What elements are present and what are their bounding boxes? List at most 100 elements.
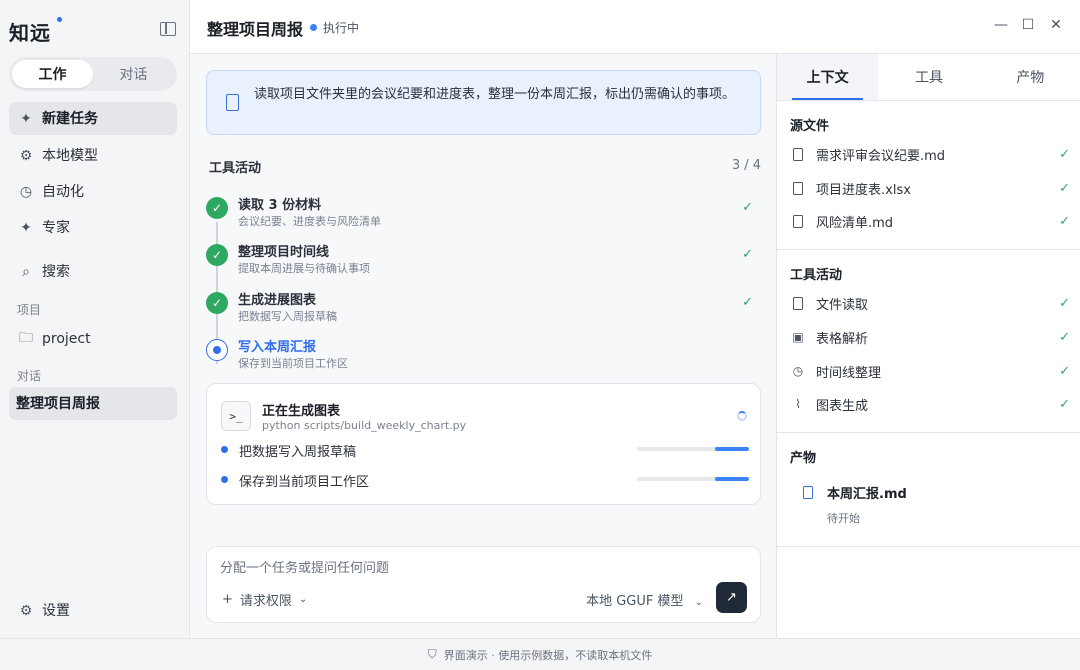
terminal-icon: ▣ bbox=[792, 330, 804, 344]
tool-item[interactable]: 文件读取 ✓ bbox=[790, 292, 1070, 314]
timeline-step[interactable]: ✓ 整理项目时间线 提取本周进展与待确认事项 ✓ bbox=[206, 240, 761, 280]
tools-title: 工具活动 bbox=[790, 268, 843, 283]
task-input[interactable] bbox=[220, 560, 740, 575]
sidebar-item-conversation[interactable]: 整理项目周报 bbox=[9, 387, 177, 420]
sidebar-item-label: 专家 bbox=[42, 219, 70, 236]
request-permission-label: 请求权限 bbox=[239, 594, 292, 609]
tool-name: 表格解析 bbox=[816, 331, 869, 347]
step-title: 生成进展图表 bbox=[238, 293, 317, 308]
sidebar-item-search[interactable]: ⌕ 搜索 bbox=[9, 255, 177, 288]
tab-context[interactable]: 上下文 bbox=[777, 54, 879, 100]
tool-item[interactable]: ▣ 表格解析 ✓ bbox=[790, 326, 1070, 348]
sidebar-toggle-icon[interactable] bbox=[160, 22, 176, 36]
sparkle-icon: ✦ bbox=[20, 110, 32, 127]
footer-bar: ⛉ 界面演示 · 使用示例数据，不读取本机文件 bbox=[0, 638, 1080, 670]
check-icon: ✓ bbox=[1059, 329, 1070, 345]
timeline-step[interactable]: ✓ 生成进展图表 把数据写入周报草稿 ✓ bbox=[206, 288, 761, 328]
sparkle-icon: ✦ bbox=[20, 219, 32, 236]
check-icon: ✓ bbox=[1059, 180, 1070, 196]
source-file-item[interactable]: 需求评审会议纪要.md ✓ bbox=[790, 143, 1070, 165]
shield-icon: ⛉ bbox=[427, 647, 437, 661]
check-icon: ✓ bbox=[742, 200, 753, 215]
check-icon: ✓ bbox=[1059, 396, 1070, 412]
terminal-icon: >_ bbox=[221, 401, 251, 431]
check-icon: ✓ bbox=[1059, 295, 1070, 311]
sidebar-item-new-task[interactable]: ✦ 新建任务 bbox=[9, 102, 177, 135]
mode-chat-tab[interactable]: 对话 bbox=[93, 60, 174, 88]
source-file-name: 风险清单.md bbox=[816, 215, 894, 231]
subtask-row: 保存到当前项目工作区 bbox=[221, 470, 749, 490]
tool-activity-count: 3 / 4 bbox=[731, 158, 761, 173]
task-prompt-card: 读取项目文件夹里的会议纪要和进度表，整理一份本周汇报，标出仍需确认的事项。 bbox=[206, 70, 761, 135]
sidebar-item-settings[interactable]: ⚙ 设置 bbox=[9, 594, 177, 627]
main-area: 读取项目文件夹里的会议纪要和进度表，整理一份本周汇报，标出仍需确认的事项。 工具… bbox=[190, 0, 776, 638]
tab-artifacts[interactable]: 产物 bbox=[980, 54, 1080, 100]
send-button[interactable]: ↗ bbox=[716, 582, 747, 613]
sidebar-item-label: 设置 bbox=[42, 602, 70, 619]
section-divider bbox=[777, 432, 1080, 433]
step-title: 整理项目时间线 bbox=[238, 245, 330, 260]
tool-name: 时间线整理 bbox=[816, 365, 882, 381]
projects-section-label: 项目 bbox=[17, 303, 42, 317]
check-icon: ✓ bbox=[742, 247, 753, 262]
gear-icon: ⚙ bbox=[19, 147, 33, 164]
sidebar-item-label: 自动化 bbox=[42, 183, 84, 200]
file-icon bbox=[790, 214, 806, 228]
timeline-step-current[interactable]: 写入本周汇报 保存到当前项目工作区 bbox=[206, 335, 761, 375]
minimize-button[interactable]: — bbox=[990, 14, 1012, 36]
tab-tools[interactable]: 工具 bbox=[878, 54, 979, 100]
document-icon bbox=[226, 94, 239, 111]
search-icon: ⌕ bbox=[22, 263, 30, 280]
artifact-status: 待开始 bbox=[827, 512, 860, 525]
folder-icon: 🗀 bbox=[19, 329, 33, 346]
sidebar-item-label: 整理项目周报 bbox=[16, 395, 100, 412]
tool-item[interactable]: ◷ 时间线整理 ✓ bbox=[790, 360, 1070, 382]
request-permission-button[interactable]: + 请求权限 ⌄ bbox=[222, 590, 307, 609]
sidebar-item-experts[interactable]: ✦ 专家 bbox=[9, 211, 177, 244]
model-select-label: 本地 GGUF 模型 bbox=[586, 594, 684, 609]
status-badge: 执行中 bbox=[310, 19, 359, 36]
composer: + 请求权限 ⌄ 本地 GGUF 模型 ⌄ ↗ bbox=[206, 546, 761, 623]
step-subtitle: 提取本周进展与待确认事项 bbox=[238, 262, 370, 275]
send-icon: ↗ bbox=[726, 590, 737, 605]
subtask-row: 把数据写入周报草稿 bbox=[221, 440, 749, 460]
sidebar-item-automation[interactable]: ◷ 自动化 bbox=[9, 175, 177, 208]
mode-switch: 工作 对话 bbox=[9, 57, 177, 91]
current-step-icon bbox=[206, 339, 228, 361]
tool-item[interactable]: ⌇ 图表生成 ✓ bbox=[790, 393, 1070, 415]
step-subtitle: 保存到当前项目工作区 bbox=[238, 357, 348, 370]
progress-bar bbox=[715, 477, 749, 481]
timeline-step[interactable]: ✓ 读取 3 份材料 会议纪要、进度表与风险清单 ✓ bbox=[206, 193, 761, 233]
clock-icon: ◷ bbox=[19, 183, 33, 200]
title-bar: 整理项目周报 执行中 — ☐ ✕ bbox=[190, 0, 1080, 54]
check-circle-icon: ✓ bbox=[206, 197, 228, 219]
progress-track bbox=[637, 447, 749, 451]
source-file-name: 需求评审会议纪要.md bbox=[816, 148, 946, 164]
maximize-button[interactable]: ☐ bbox=[1017, 14, 1039, 36]
conversation-pane: 读取项目文件夹里的会议纪要和进度表，整理一份本周汇报，标出仍需确认的事项。 工具… bbox=[190, 54, 776, 638]
artifact-name[interactable]: 本周汇报.md bbox=[827, 483, 907, 502]
sidebar-item-label: project bbox=[42, 330, 91, 347]
subtask-label: 把数据写入周报草稿 bbox=[239, 445, 357, 460]
progress-track bbox=[637, 477, 749, 481]
sidebar-item-project[interactable]: 🗀 project bbox=[9, 322, 177, 355]
section-divider bbox=[777, 546, 1080, 547]
status-text: 执行中 bbox=[323, 21, 360, 35]
panel-tabs: 上下文 工具 产物 bbox=[777, 54, 1080, 101]
mode-work-tab[interactable]: 工作 bbox=[12, 60, 93, 88]
close-button[interactable]: ✕ bbox=[1045, 14, 1067, 36]
running-task-title: 正在生成图表 bbox=[262, 404, 341, 419]
check-icon: ✓ bbox=[742, 295, 753, 310]
step-title: 读取 3 份材料 bbox=[238, 198, 322, 213]
file-icon bbox=[790, 147, 806, 161]
source-file-item[interactable]: 风险清单.md ✓ bbox=[790, 210, 1070, 232]
conversations-section-label: 对话 bbox=[17, 369, 42, 383]
source-file-item[interactable]: 项目进度表.xlsx ✓ bbox=[790, 177, 1070, 199]
sidebar-item-label: 搜索 bbox=[42, 263, 70, 280]
tool-name: 图表生成 bbox=[816, 398, 869, 414]
sidebar-item-local-models[interactable]: ⚙ 本地模型 bbox=[9, 139, 177, 172]
running-task-command: python scripts/build_weekly_chart.py bbox=[262, 419, 467, 432]
model-select[interactable]: 本地 GGUF 模型 ⌄ bbox=[586, 590, 703, 609]
chart-icon: ⌇ bbox=[795, 397, 801, 411]
subtask-label: 保存到当前项目工作区 bbox=[239, 475, 370, 490]
